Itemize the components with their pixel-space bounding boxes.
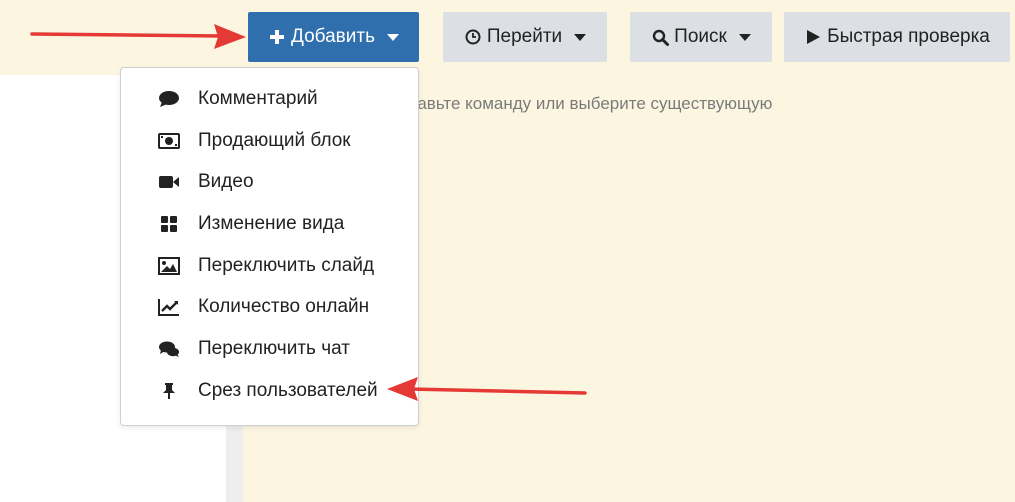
arrow-to-add-button: [30, 24, 246, 49]
arrow-to-user-slice-item: [387, 377, 587, 401]
annotation-arrows: [30, 24, 587, 401]
